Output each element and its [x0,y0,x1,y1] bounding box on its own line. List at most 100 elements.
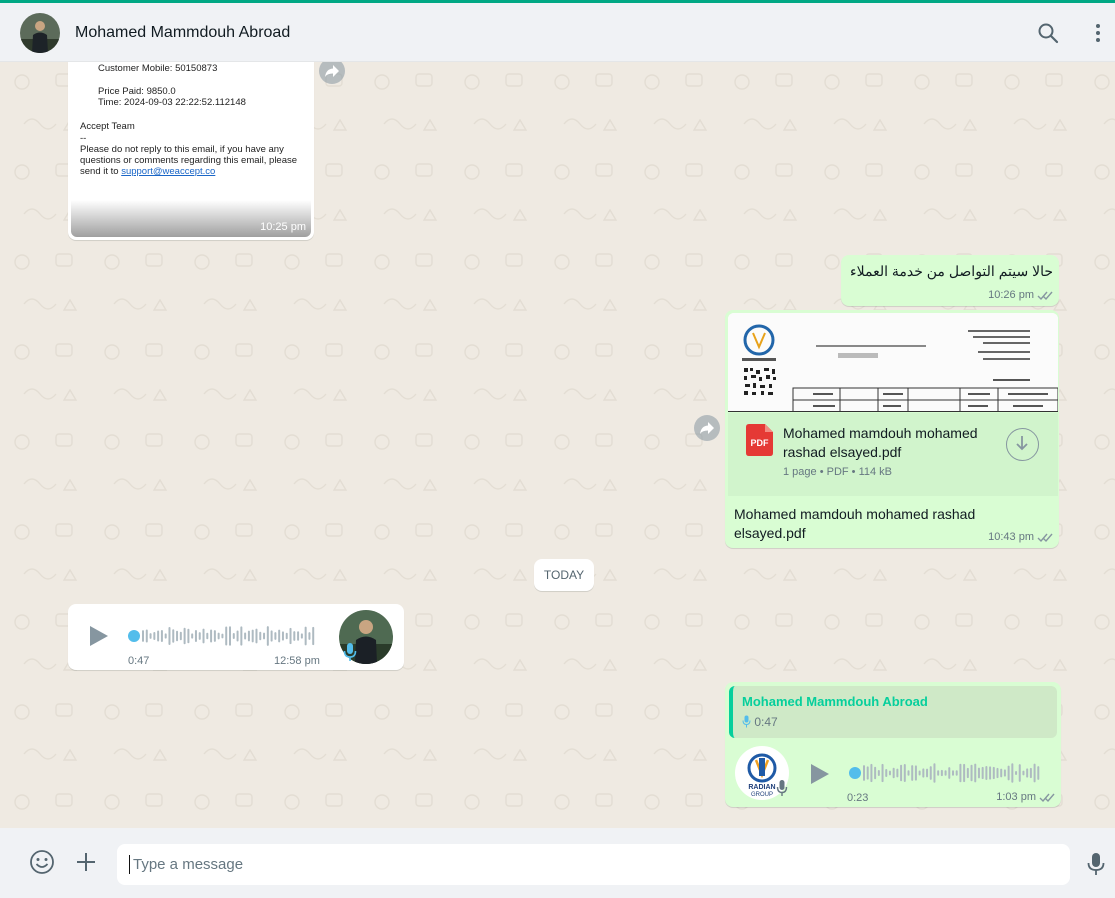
waveform-bar [1000,768,1003,778]
waveform-bar [870,763,873,783]
waveform-bar [236,630,239,642]
pdf-preview[interactable] [728,313,1058,412]
pdf-file-info: 1 page • PDF • 114 kB [783,466,893,478]
waveform-bar [213,630,216,642]
play-button[interactable] [88,624,110,653]
quoted-message[interactable]: Mohamed Mammdouh Abroad 0:47 [729,686,1057,738]
waveform-bar [989,766,992,780]
waveform-bar [187,628,190,644]
waveform-bar [278,629,281,643]
price-paid-text: Price Paid: 9850.0 [98,86,176,97]
message-input[interactable]: Type a message [117,844,1070,885]
download-icon[interactable] [1006,428,1039,461]
waveform-bar [176,630,179,642]
chat-header[interactable]: Mohamed Mammdouh Abroad [0,3,1115,62]
waveform-bar [172,629,175,643]
waveform-bar [940,769,943,777]
waveform-bar [149,633,152,639]
voice-waveform[interactable] [128,623,318,649]
emoji-icon[interactable] [29,849,55,880]
arabic-message-text: حالا سيتم التواصل من خدمة العملاء [850,263,1053,279]
search-icon[interactable] [1036,21,1060,45]
waveform-bar [164,633,167,639]
outgoing-pdf-bubble[interactable]: PDF Mohamed mamdouh mohamed rashad elsay… [725,310,1059,548]
waveform-bar [304,626,307,646]
waveform-bar [153,632,156,640]
waveform-bar [145,629,148,643]
waveform-bar [194,630,197,642]
waveform-bar [963,763,966,783]
waveform-bar [179,631,182,641]
waveform-bar [903,764,906,782]
waveform-bar [1022,770,1025,776]
forward-icon[interactable] [319,62,345,84]
waveform-bar [1003,769,1006,777]
forward-icon[interactable] [694,415,720,441]
waveform-bar [293,631,296,641]
play-button[interactable] [809,762,831,791]
date-divider: TODAY [534,559,594,591]
outgoing-voice-bubble[interactable]: Mohamed Mammdouh Abroad 0:47 RADIAN GROU… [725,682,1061,807]
waveform-bar [866,766,869,780]
waveform-bar [251,629,254,643]
waveform-bar [1007,765,1010,781]
waveform-bar [877,770,880,776]
incoming-voice-bubble[interactable]: 0:47 12:58 pm [68,604,404,670]
voice-message-meta: 1:03 pm [996,791,1055,803]
dashes-text: -- [80,133,87,144]
pdf-file-icon: PDF [746,424,773,456]
arabic-message-meta: 10:26 pm [988,289,1053,301]
email-timestamp: 10:25 pm [260,221,306,233]
customer-mobile-text: Customer Mobile: 50150873 [98,63,218,74]
waveform-progress-dot[interactable] [849,767,861,779]
waveform-bar [229,626,231,646]
waveform-bar [183,627,186,645]
waveform-bar [285,632,288,640]
waveform-bar [874,766,877,780]
message-list[interactable]: Customer Mobile: 50150873 Price Paid: 98… [4,62,1115,828]
support-email-link[interactable]: support@weaccept.co [121,166,215,177]
voice-duration: 0:23 [847,792,869,804]
voice-waveform[interactable] [849,760,1043,786]
pdf-badge-text: PDF [751,438,770,448]
waveform-bar [985,766,988,780]
contact-name[interactable]: Mohamed Mammdouh Abroad [75,24,290,42]
pdf-message-meta: 10:43 pm [988,531,1053,543]
notice-line-2: questions or comments regarding this ema… [80,155,298,166]
waveform-bar [247,630,250,642]
composer-bar: Type a message [0,828,1115,898]
waveform-bar [966,767,969,779]
menu-icon[interactable] [1086,21,1110,45]
waveform-bar [922,768,925,778]
waveform-bar [297,631,300,641]
attach-plus-icon[interactable] [74,850,98,879]
double-tick-icon [1037,291,1053,300]
voice-duration: 0:47 [128,655,150,667]
waveform-bar [142,630,144,642]
waveform-bar [959,763,962,783]
waveform-bar [885,768,888,778]
waveform-progress-dot[interactable] [128,630,140,642]
message-input-placeholder: Type a message [133,856,244,873]
waveform-bar [863,765,865,781]
waveform-bar [900,764,903,782]
email-message-bubble[interactable]: Customer Mobile: 50150873 Price Paid: 98… [68,62,314,240]
waveform-bar [937,770,940,776]
outgoing-text-bubble[interactable]: حالا سيتم التواصل من خدمة العملاء 10:26 … [841,255,1059,306]
waveform-bar [217,632,220,640]
waveform-bar [312,626,315,646]
mic-icon [343,642,357,667]
waveform-bar [1026,768,1029,778]
waveform-bar [206,632,209,640]
microphone-icon[interactable] [1087,852,1105,881]
waveform-bar [274,632,277,640]
contact-avatar[interactable] [20,13,60,53]
waveform-bar [892,767,895,779]
pdf-caption: Mohamed mamdouh mohamed rashad elsayed.p… [734,506,976,541]
pdf-file-row[interactable]: PDF Mohamed mamdouh mohamed rashad elsay… [728,413,1058,496]
notice-line-3: send it to support@weaccept.co [80,166,216,177]
waveform-bar [266,626,269,646]
waveform-bar [225,626,228,646]
waveform-bar [263,632,266,640]
waveform-bar [1037,766,1040,780]
